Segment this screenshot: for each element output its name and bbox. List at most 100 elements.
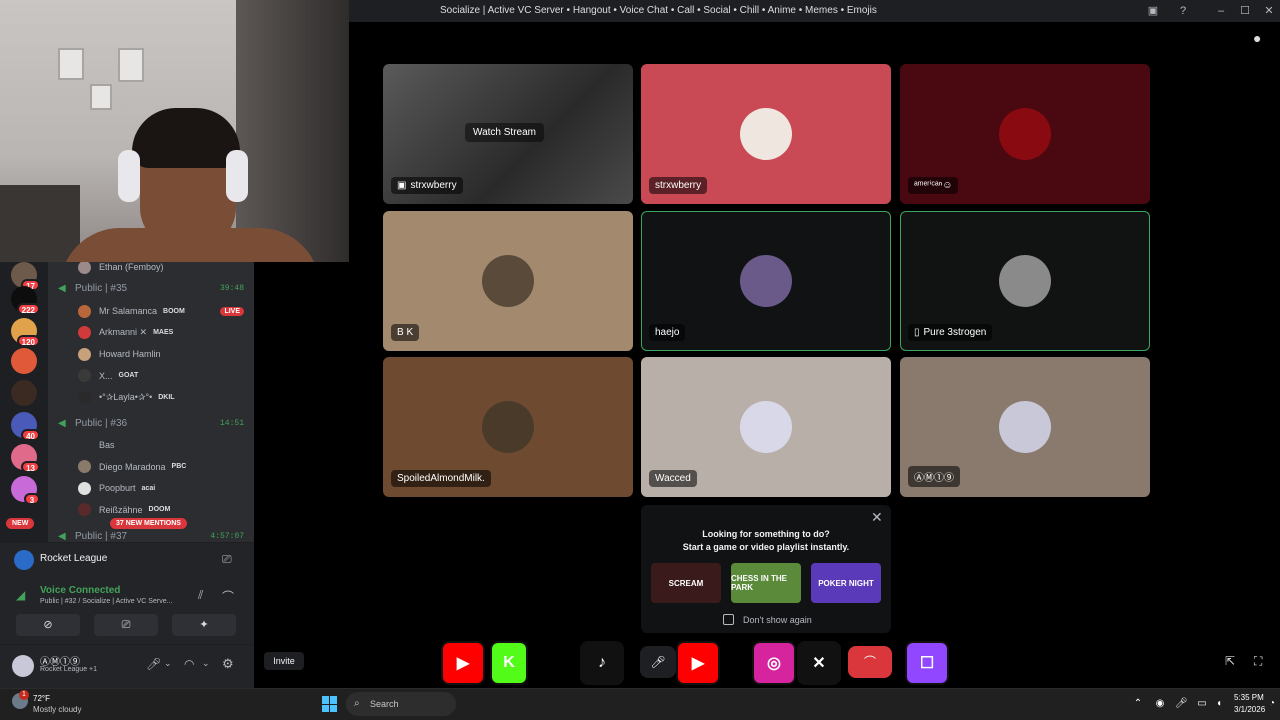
microphone-icon[interactable]: 🎤︎ (1175, 698, 1188, 710)
video-tile[interactable]: ▯ Pure 3strogen (900, 211, 1150, 351)
minimize-button[interactable]: – (1212, 3, 1230, 19)
screen-share-icon: ▣ (397, 180, 407, 191)
voice-member[interactable]: •°✰Layla•✰°• DKIL (78, 388, 244, 406)
voice-member[interactable]: Mr Salamanca BOOM LIVE (78, 302, 244, 320)
signal-icon[interactable]: ◢ (16, 588, 25, 602)
voice-channel-path[interactable]: Public | #32 / Socialize | Active VC Ser… (40, 598, 172, 605)
volume-icon[interactable]: ◖ (1213, 698, 1225, 710)
invite-button[interactable]: Invite (264, 652, 304, 670)
leave-call-button[interactable]: ⌒ (848, 646, 892, 678)
video-tile[interactable]: Watch Stream ▣ strxwberry (383, 64, 633, 204)
gear-icon[interactable]: ⚙ (222, 656, 234, 672)
clock-time[interactable]: 5:35 PM (1234, 693, 1264, 702)
popout-icon[interactable]: ⇱ (1225, 654, 1235, 668)
voice-member[interactable]: Ethan (Femboy) (78, 262, 244, 276)
game-card[interactable]: SCREAM (651, 563, 721, 603)
voice-connection-panel: ◢ Voice Connected Public | #32 / Sociali… (0, 576, 254, 644)
video-tile[interactable]: Wacced (641, 357, 891, 497)
bell-icon[interactable]: ◔ (1266, 698, 1278, 710)
headphones-icon[interactable]: ◠ (184, 657, 194, 671)
clock-date[interactable]: 3/1/2026 (1234, 705, 1265, 714)
voice-member[interactable]: Arkmanni ✕ MAES (78, 324, 244, 342)
user-panel: ⒶⓂ①⑨ Rocket League +1 🎤︎ ⌄ ◠ ⌄ ⚙ (0, 644, 254, 688)
security-icon[interactable]: ◉ (1154, 698, 1166, 710)
start-button[interactable] (322, 696, 338, 712)
help-icon[interactable]: ? (1174, 3, 1192, 19)
window-title: Socialize | Active VC Server • Hangout •… (440, 5, 877, 16)
new-unreads-pill[interactable]: NEW (6, 518, 35, 529)
disconnect-icon[interactable]: ⌒ (222, 588, 234, 605)
maximize-button[interactable]: ☐ (1236, 3, 1254, 19)
server-icon[interactable] (11, 380, 37, 406)
voice-channel-36[interactable]: ◀ Public | #36 14:51 (58, 418, 244, 429)
social-icon: ▶ (691, 655, 705, 672)
server-icon[interactable]: 222 (11, 286, 40, 315)
taskbar (0, 688, 1280, 720)
activities-button[interactable]: ✦ (172, 614, 236, 636)
close-window-button[interactable]: ✕ (1260, 3, 1278, 19)
server-icon[interactable]: 120 (11, 318, 40, 347)
headset-right (226, 150, 248, 202)
avatar (999, 255, 1051, 307)
video-tile[interactable]: strxwberry (641, 64, 891, 204)
server-icon[interactable] (11, 348, 37, 374)
close-icon[interactable]: ✕ (871, 509, 883, 526)
member-name: Ethan (Femboy) (99, 262, 164, 272)
prompt-title: Looking for something to do? (702, 529, 830, 539)
chat-icon[interactable]: ● (1253, 30, 1261, 46)
video-tile[interactable]: SpoiledAlmondMilk. (383, 357, 633, 497)
dont-show-again[interactable]: Don't show again (723, 614, 812, 625)
video-tile[interactable]: ᵃᵐᵉʳⁱᶜᵃⁿ☺ (900, 64, 1150, 204)
channel-name: Public | #37 (75, 531, 128, 542)
participant-label: ⒶⓂ①⑨ (914, 473, 954, 484)
server-tag: acai (141, 484, 156, 492)
server-icon[interactable]: 40 (11, 412, 40, 441)
server-icon[interactable]: 17 (11, 262, 40, 291)
server-list: 17 222 120 40 13 3 (0, 262, 48, 542)
video-tile[interactable]: ⒶⓂ①⑨ (900, 357, 1150, 497)
voice-member[interactable]: X... GOAT (78, 367, 244, 385)
display-icon[interactable]: ▭ (1196, 698, 1208, 710)
watch-stream-button[interactable]: Watch Stream (465, 123, 544, 142)
chevron-up-icon[interactable]: ⌃ (1132, 698, 1144, 710)
share-screen-button[interactable]: ⎚ (94, 614, 158, 636)
inbox-icon[interactable]: ▣ (1144, 3, 1162, 19)
avatar (78, 438, 91, 452)
voice-member[interactable]: Diego Maradona PBC (78, 458, 244, 476)
voice-member[interactable]: Reißzähne DOOM (78, 501, 244, 519)
search-input[interactable]: ⌕ Search (346, 692, 456, 716)
server-icon[interactable]: 3 (11, 476, 40, 505)
avatar (78, 262, 91, 274)
voice-channel-37[interactable]: ◀ Public | #37 4:57:07 (58, 531, 244, 542)
fullscreen-icon[interactable]: ⛶ (1254, 654, 1262, 669)
voice-member[interactable]: Poopburt acai (78, 479, 244, 497)
member-name: Diego Maradona (99, 461, 166, 472)
voice-member[interactable]: Bas (78, 436, 244, 454)
video-tile[interactable]: B K (383, 211, 633, 351)
screen-share-icon[interactable]: ⎚ (222, 552, 232, 567)
member-name: X... (99, 370, 113, 381)
checkbox[interactable] (723, 614, 734, 625)
mute-button[interactable]: 🎤︎ (640, 646, 676, 678)
new-mentions-pill[interactable]: 37 NEW MENTIONS (110, 518, 187, 529)
unread-badge: 120 (16, 335, 40, 347)
noise-suppression-icon[interactable]: ⫽ (198, 588, 203, 603)
game-card[interactable]: POKER NIGHT (811, 563, 881, 603)
channel-timer: 4:57:07 (210, 532, 244, 541)
chevron-down-icon[interactable]: ⌄ (202, 658, 210, 669)
microphone-icon[interactable]: 🎤︎ (146, 657, 161, 671)
avatar[interactable] (12, 655, 34, 677)
chevron-down-icon[interactable]: ⌄ (164, 658, 172, 669)
server-icon[interactable]: 13 (11, 444, 40, 473)
unread-badge: 40 (21, 429, 40, 441)
server-tag: BOOM (163, 307, 185, 315)
voice-channel-35[interactable]: ◀ Public | #35 39:48 (58, 283, 244, 294)
game-card[interactable]: CHESS IN THE PARK (731, 563, 801, 603)
activities-icon: ✦ (199, 619, 209, 631)
speaker-icon: ◀ (58, 283, 66, 294)
participant-name: ▣ strxwberry (391, 177, 463, 194)
voice-member[interactable]: Howard Hamlin (78, 345, 244, 363)
unread-badge: 13 (21, 461, 40, 473)
video-tile[interactable]: haejo (641, 211, 891, 351)
camera-off-button[interactable]: ⊘ (16, 614, 80, 636)
